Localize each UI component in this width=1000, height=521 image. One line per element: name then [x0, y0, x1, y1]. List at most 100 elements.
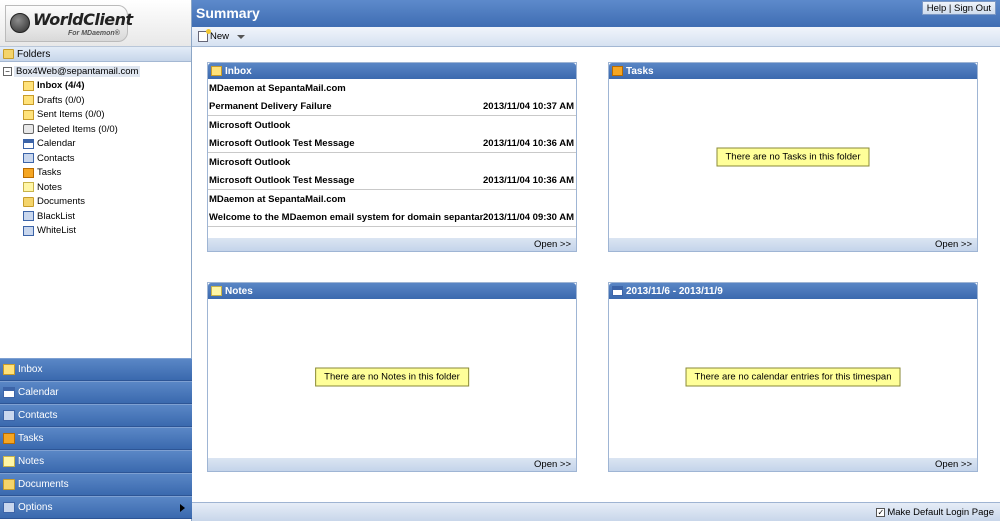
- calendar-icon: [3, 387, 15, 398]
- inbox-panel-footer: Open >>: [208, 238, 576, 251]
- tasks-panel-footer: Open >>: [609, 238, 977, 251]
- chevron-down-icon[interactable]: [237, 34, 246, 39]
- trash-icon: [23, 124, 34, 135]
- globe-icon: [10, 13, 30, 33]
- summary-content: Inbox MDaemon at SepantaMail.com Permane…: [193, 47, 1000, 502]
- nav-contacts[interactable]: Contacts: [0, 404, 192, 427]
- notes-panel: Notes There are no Notes in this folder …: [207, 282, 577, 472]
- inbox-panel: Inbox MDaemon at SepantaMail.com Permane…: [207, 62, 577, 252]
- nav-inbox[interactable]: Inbox: [0, 358, 192, 381]
- tasks-icon: [612, 66, 623, 76]
- nav-tasks[interactable]: Tasks: [0, 427, 192, 450]
- expand-arrow-icon[interactable]: [180, 504, 185, 512]
- sidebar-item-contacts[interactable]: Contacts: [0, 151, 191, 166]
- nav-label: Notes: [18, 456, 45, 467]
- nav-label: Inbox: [18, 364, 43, 375]
- page-title: Summary: [196, 5, 260, 21]
- list-icon: [23, 225, 34, 236]
- drafts-folder-icon: [23, 95, 34, 106]
- tasks-panel-title: Tasks: [626, 65, 654, 77]
- sidebar-item-drafts[interactable]: Drafts (0/0): [0, 93, 191, 108]
- empty-tasks-message: There are no Tasks in this folder: [716, 147, 870, 167]
- collapse-icon[interactable]: −: [3, 66, 12, 76]
- nav-documents[interactable]: Documents: [0, 473, 192, 496]
- tasks-icon: [3, 433, 15, 444]
- notes-icon: [23, 182, 34, 193]
- sidebar-item-blacklist[interactable]: BlackList: [0, 209, 191, 224]
- make-default-checkbox[interactable]: ✓: [876, 507, 886, 517]
- calendar-panel-footer: Open >>: [609, 458, 977, 471]
- help-link[interactable]: Help: [927, 3, 947, 14]
- folder-envelope-icon: [23, 80, 34, 91]
- contacts-icon: [23, 153, 34, 164]
- toolbar: New: [192, 27, 1000, 47]
- list-item[interactable]: MDaemon at SepantaMail.com Welcome to th…: [208, 190, 576, 227]
- folders-header[interactable]: Folders: [0, 47, 191, 62]
- signout-link[interactable]: Sign Out: [954, 3, 991, 14]
- sidebar-item-documents[interactable]: Documents: [0, 195, 191, 210]
- help-signout-box: Help | Sign Out: [921, 1, 996, 15]
- logo-subtext: For MDaemon®: [68, 30, 120, 37]
- sidebar-item-label: Sent Items (0/0): [37, 109, 105, 121]
- calendar-panel: 2013/11/6 - 2013/11/9 There are no calen…: [608, 282, 978, 472]
- make-default-label: Make Default Login Page: [887, 506, 994, 518]
- worldclient-logo[interactable]: WorldClient For MDaemon®: [5, 5, 133, 42]
- list-item[interactable]: Microsoft Outlook Microsoft Outlook Test…: [208, 153, 576, 190]
- nav-notes[interactable]: Notes: [0, 450, 192, 473]
- tasks-panel-header: Tasks: [609, 63, 977, 79]
- list-item[interactable]: Microsoft Outlook Microsoft Outlook Test…: [208, 116, 576, 153]
- empty-notes-message: There are no Notes in this folder: [315, 367, 469, 387]
- calendar-panel-title: 2013/11/6 - 2013/11/9: [626, 285, 723, 297]
- sidebar-item-sent-items[interactable]: Sent Items (0/0): [0, 108, 191, 123]
- sidebar-item-notes[interactable]: Notes: [0, 180, 191, 195]
- nav-label: Documents: [18, 479, 69, 490]
- empty-calendar-message: There are no calendar entries for this t…: [685, 367, 901, 387]
- message-subject: Welcome to the MDaemon email system for …: [209, 211, 483, 223]
- notes-panel-title: Notes: [225, 285, 253, 297]
- folder-tree: − Box4Web@sepantamail.com Inbox (4/4) Dr…: [0, 62, 191, 238]
- sidebar-item-label: Tasks: [37, 167, 62, 179]
- message-sender: MDaemon at SepantaMail.com: [209, 193, 346, 205]
- sidebar-item-calendar[interactable]: Calendar: [0, 137, 191, 152]
- sidebar-item-label: BlackList: [37, 210, 76, 222]
- sidebar-item-label: Drafts (0/0): [37, 94, 85, 106]
- nav-options[interactable]: Options: [0, 496, 192, 519]
- sidebar-item-deleted-items[interactable]: Deleted Items (0/0): [0, 122, 191, 137]
- open-calendar-link[interactable]: Open >>: [935, 459, 972, 470]
- sidebar-item-label: Contacts: [37, 152, 75, 164]
- open-tasks-link[interactable]: Open >>: [935, 239, 972, 250]
- left-sidebar: WorldClient For MDaemon® Folders − Box4W…: [0, 0, 192, 521]
- message-date: 2013/11/04 09:30 AM: [483, 211, 575, 223]
- tasks-panel: Tasks There are no Tasks in this folder …: [608, 62, 978, 252]
- tree-account-root[interactable]: − Box4Web@sepantamail.com: [0, 64, 191, 79]
- open-notes-link[interactable]: Open >>: [534, 459, 571, 470]
- message-sender: Microsoft Outlook: [209, 119, 291, 131]
- separator: |: [946, 2, 955, 14]
- sidebar-item-tasks[interactable]: Tasks: [0, 166, 191, 181]
- sidebar-item-label: Deleted Items (0/0): [37, 123, 118, 135]
- sidebar-item-inbox[interactable]: Inbox (4/4): [0, 79, 191, 94]
- message-subject: Microsoft Outlook Test Message: [209, 137, 355, 149]
- tasks-icon: [23, 167, 34, 178]
- sidebar-item-label: Calendar: [37, 138, 76, 150]
- inbox-icon: [3, 364, 15, 375]
- sidebar-item-whitelist[interactable]: WhiteList: [0, 224, 191, 239]
- inbox-panel-title: Inbox: [225, 65, 252, 77]
- nav-label: Contacts: [18, 410, 58, 421]
- nav-label: Tasks: [18, 433, 44, 444]
- open-inbox-link[interactable]: Open >>: [534, 239, 571, 250]
- list-icon: [23, 211, 34, 222]
- message-subject: Microsoft Outlook Test Message: [209, 174, 355, 186]
- sidebar-item-label: WhiteList: [37, 225, 77, 237]
- notes-icon: [211, 286, 222, 296]
- list-item[interactable]: MDaemon at SepantaMail.com Permanent Del…: [208, 79, 576, 116]
- contacts-icon: [3, 410, 15, 421]
- calendar-icon: [23, 138, 34, 149]
- documents-folder-icon: [23, 196, 34, 207]
- message-sender: MDaemon at SepantaMail.com: [209, 82, 346, 94]
- logo-text: WorldClient: [33, 10, 133, 29]
- sidebar-item-label: Notes: [37, 181, 62, 193]
- new-button[interactable]: New: [210, 31, 229, 42]
- sidebar-item-label: Documents: [37, 196, 86, 208]
- nav-calendar[interactable]: Calendar: [0, 381, 192, 404]
